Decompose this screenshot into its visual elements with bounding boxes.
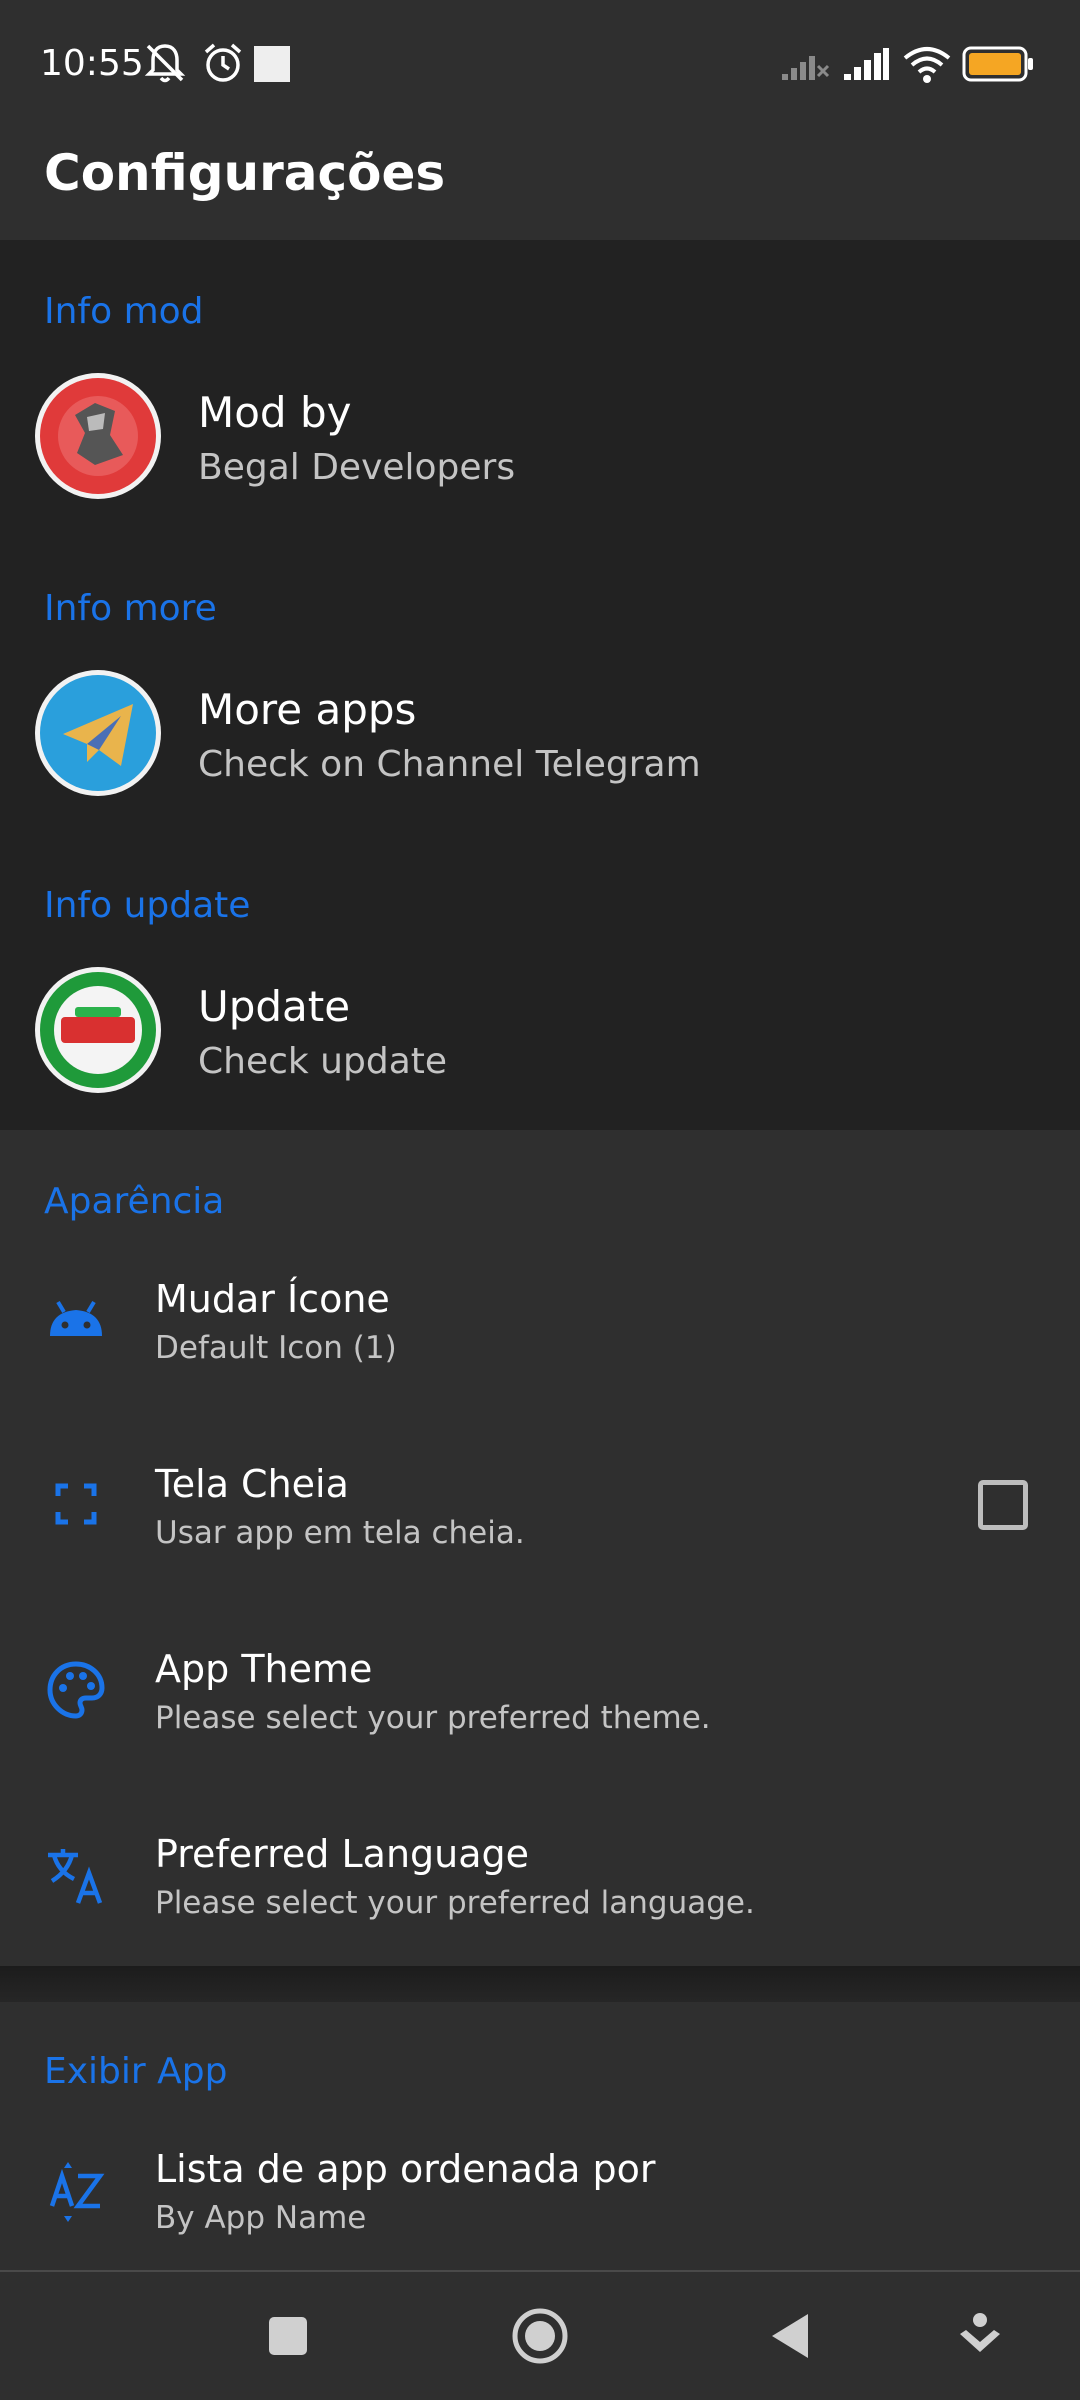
navigation-bar xyxy=(0,2270,1080,2400)
update-avatar-icon xyxy=(35,967,161,1093)
change-icon-subtitle: Default Icon (1) xyxy=(155,1330,397,1366)
signal-nodata-icon xyxy=(782,56,830,80)
android-icon xyxy=(50,1300,102,1336)
fullscreen-subtitle: Usar app em tela cheia. xyxy=(155,1515,525,1551)
mod-avatar-icon xyxy=(35,373,161,499)
app-theme-title: App Theme xyxy=(155,1647,373,1691)
more-apps-title: More apps xyxy=(198,685,417,734)
update-title: Update xyxy=(198,982,351,1031)
fullscreen-checkbox[interactable] xyxy=(978,1480,1028,1530)
category-info-update: Info update xyxy=(44,885,251,926)
back-icon[interactable] xyxy=(756,2300,828,2372)
signal-icon xyxy=(844,48,889,80)
status-bar: 10:55 xyxy=(0,0,1080,128)
square-notification-icon xyxy=(254,46,290,82)
app-theme-subtitle: Please select your preferred theme. xyxy=(155,1700,711,1736)
sort-order-title: Lista de app ordenada por xyxy=(155,2147,656,2191)
category-info-more: Info more xyxy=(44,588,217,629)
fullscreen-title: Tela Cheia xyxy=(155,1462,349,1506)
status-time: 10:55 xyxy=(40,43,144,84)
category-info-mod: Info mod xyxy=(44,291,204,332)
sort-az-icon xyxy=(49,2162,105,2222)
language-subtitle: Please select your preferred language. xyxy=(155,1885,755,1921)
wifi-icon xyxy=(903,47,951,83)
translate-icon xyxy=(48,1849,103,1904)
sort-order-subtitle: By App Name xyxy=(155,2200,367,2236)
battery-icon xyxy=(962,46,1033,82)
assistant-icon[interactable] xyxy=(944,2300,1016,2372)
alarm-icon xyxy=(204,43,242,82)
update-subtitle: Check update xyxy=(198,1041,448,1082)
more-apps-subtitle: Check on Channel Telegram xyxy=(198,744,701,785)
section-divider xyxy=(0,1966,1080,2002)
category-aparencia: Aparência xyxy=(44,1181,225,1222)
notifications-off-icon xyxy=(144,44,186,83)
recents-icon[interactable] xyxy=(252,2300,324,2372)
category-exibir-app: Exibir App xyxy=(44,2051,228,2092)
change-icon-title: Mudar Ícone xyxy=(155,1277,390,1321)
fullscreen-icon xyxy=(55,1483,97,1525)
palette-icon xyxy=(47,1661,105,1719)
language-title: Preferred Language xyxy=(155,1832,530,1876)
telegram-avatar-icon xyxy=(35,670,161,796)
page-title: Configurações xyxy=(44,144,446,202)
home-icon[interactable] xyxy=(504,2300,576,2372)
mod-by-subtitle: Begal Developers xyxy=(198,447,516,488)
app-bar: Configurações xyxy=(0,128,1080,240)
mod-info-block xyxy=(0,240,1080,1130)
mod-by-title: Mod by xyxy=(198,388,352,437)
